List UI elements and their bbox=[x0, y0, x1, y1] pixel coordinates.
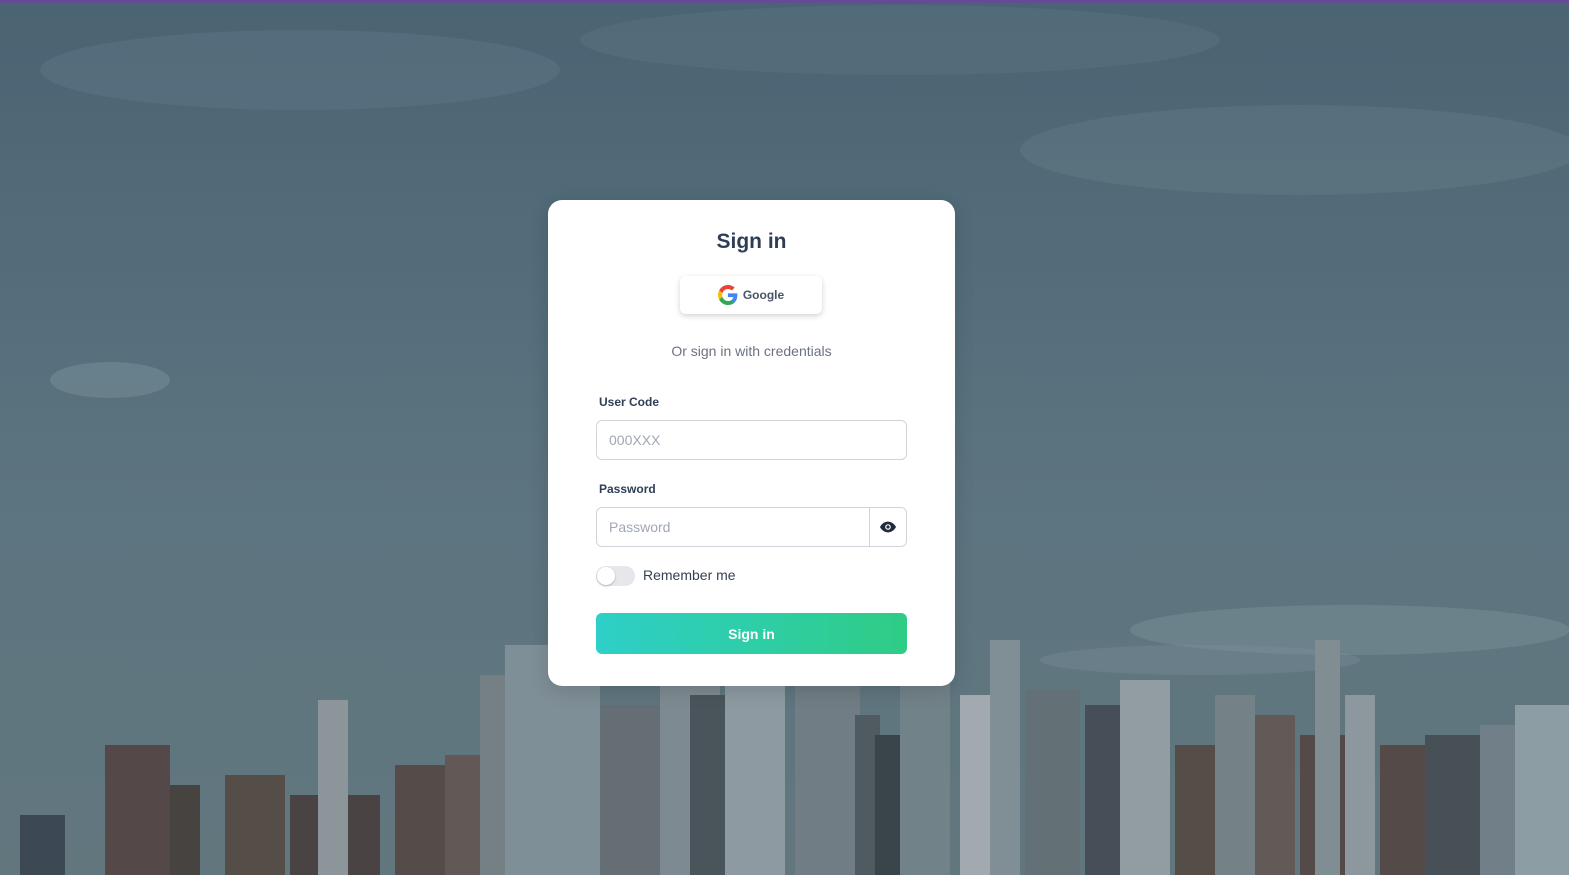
google-logo-icon bbox=[717, 285, 738, 305]
sign-in-button[interactable]: Sign in bbox=[596, 613, 907, 654]
show-password-button[interactable] bbox=[869, 507, 907, 547]
page-title: Sign in bbox=[716, 230, 787, 253]
remember-me-toggle[interactable] bbox=[596, 566, 635, 586]
google-button-label: Google bbox=[742, 288, 785, 302]
user-code-label: User Code bbox=[599, 395, 660, 409]
login-page: Sign in Google Or sign in with credentia… bbox=[0, 0, 1569, 875]
user-code-input[interactable] bbox=[596, 420, 907, 460]
eye-icon bbox=[880, 521, 896, 533]
toggle-knob bbox=[597, 567, 615, 585]
password-input[interactable] bbox=[596, 507, 870, 547]
password-label: Password bbox=[599, 482, 656, 496]
credentials-divider-text: Or sign in with credentials bbox=[671, 343, 832, 359]
remember-me-label: Remember me bbox=[643, 567, 736, 583]
login-card: Sign in Google Or sign in with credentia… bbox=[548, 200, 955, 686]
google-signin-button[interactable]: Google bbox=[680, 276, 822, 314]
